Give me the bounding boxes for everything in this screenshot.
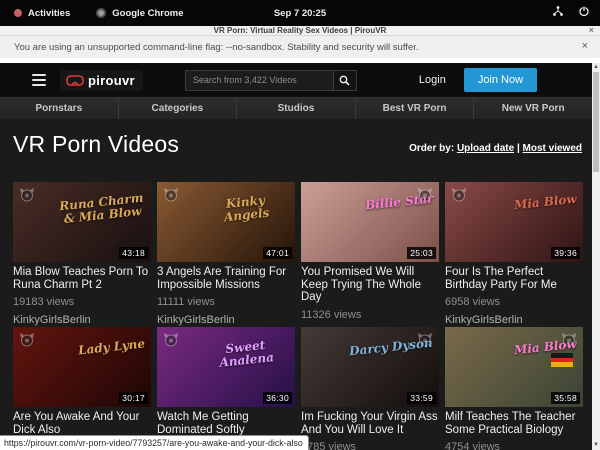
duration-badge: 30:17 xyxy=(119,392,148,404)
system-top-bar: Activities Google Chrome Sep 7 20:25 xyxy=(0,0,600,26)
menu-hamburger-icon[interactable] xyxy=(32,74,46,86)
scrollbar-down-icon[interactable]: ▼ xyxy=(592,441,600,450)
video-title-link[interactable]: Watch Me Getting Dominated Softly xyxy=(157,411,295,436)
search-input[interactable] xyxy=(185,70,333,91)
site-header: pirouvr Login Join Now xyxy=(0,63,592,97)
thumbnail-overlay-text: Runa Charm & Mia Blow xyxy=(58,192,146,226)
clock[interactable]: Sep 7 20:25 xyxy=(0,8,600,19)
video-views: 9785 views xyxy=(301,441,439,450)
studio-watermark-cat-icon xyxy=(19,332,35,347)
search-icon xyxy=(339,75,350,86)
scrollbar-thumb[interactable] xyxy=(593,72,599,172)
infobar-close-icon[interactable]: × xyxy=(582,40,588,52)
power-icon[interactable] xyxy=(578,5,590,17)
video-thumbnail[interactable]: Kinky Angels 47:01 xyxy=(157,182,295,262)
thumbnail-overlay-text: Mia Blow xyxy=(514,193,578,212)
video-title-link[interactable]: You Promised We Will Keep Trying The Who… xyxy=(301,266,439,304)
video-thumbnail[interactable]: Darcy Dyson 33:59 xyxy=(301,327,439,407)
site-logo[interactable]: pirouvr xyxy=(60,70,143,91)
video-studio-link[interactable]: KinkyGirlsBerlin xyxy=(445,314,583,326)
video-title-link[interactable]: Are You Awake And Your Dick Also xyxy=(13,411,151,436)
video-thumbnail[interactable]: Mia Blow 35:58 xyxy=(445,327,583,407)
join-now-button[interactable]: Join Now xyxy=(464,68,537,92)
window-close-icon[interactable]: × xyxy=(589,25,594,35)
video-title-link[interactable]: Milf Teaches The Teacher Some Practical … xyxy=(445,411,583,436)
video-views: 11111 views xyxy=(157,296,295,308)
login-link[interactable]: Login xyxy=(419,74,446,86)
nav-item-best-vr-porn[interactable]: Best VR Porn xyxy=(356,98,475,119)
nav-item-studios[interactable]: Studios xyxy=(237,98,356,119)
network-icon[interactable] xyxy=(552,5,564,17)
order-most-viewed-link[interactable]: Most viewed xyxy=(523,143,582,154)
chrome-infobar: You are using an unsupported command-lin… xyxy=(0,36,600,58)
video-studio-link[interactable]: KinkyGirlsBerlin xyxy=(13,314,151,326)
main-nav: PornstarsCategoriesStudiosBest VR PornNe… xyxy=(0,97,592,119)
video-thumbnail[interactable]: Billie Star 25:03 xyxy=(301,182,439,262)
studio-watermark-cat-icon xyxy=(19,187,35,202)
screen: Activities Google Chrome Sep 7 20:25 VR … xyxy=(0,0,600,450)
video-views: 19183 views xyxy=(13,296,151,308)
video-card[interactable]: Billie Star 25:03 You Promised We Will K… xyxy=(301,182,439,327)
scrollbar-up-icon[interactable]: ▲ xyxy=(592,63,600,72)
duration-badge: 39:36 xyxy=(551,247,580,259)
order-upload-date-link[interactable]: Upload date xyxy=(457,143,514,154)
window-title: VR Porn: Virtual Reality Sex Videos | Pi… xyxy=(214,26,387,35)
status-url-bar: https://pirouvr.com/vr-porn-video/779325… xyxy=(0,435,309,450)
video-thumbnail[interactable]: Runa Charm & Mia Blow 43:18 xyxy=(13,182,151,262)
duration-badge: 43:18 xyxy=(119,247,148,259)
window-title-bar: VR Porn: Virtual Reality Sex Videos | Pi… xyxy=(0,26,600,36)
video-studio-link[interactable]: KinkyGirlsBerlin xyxy=(157,314,295,326)
video-grid: Runa Charm & Mia Blow 43:18 Mia Blow Tea… xyxy=(13,182,583,450)
search-button[interactable] xyxy=(333,70,357,91)
german-flag-icon xyxy=(551,353,573,367)
thumbnail-overlay-text: Lady Lyne xyxy=(77,338,145,358)
duration-badge: 47:01 xyxy=(263,247,292,259)
video-views: 4754 views xyxy=(445,441,583,450)
video-card[interactable]: Sweet Analena 36:30 Watch Me Getting Dom… xyxy=(157,327,295,450)
order-by-label: Order by: xyxy=(409,143,454,154)
video-card[interactable]: Runa Charm & Mia Blow 43:18 Mia Blow Tea… xyxy=(13,182,151,327)
vr-headset-icon xyxy=(66,75,84,86)
nav-item-categories[interactable]: Categories xyxy=(119,98,238,119)
duration-badge: 36:30 xyxy=(263,392,292,404)
thumbnail-overlay-text: Sweet Analena xyxy=(202,337,290,371)
video-title-link[interactable]: Mia Blow Teaches Porn To Runa Charm Pt 2 xyxy=(13,266,151,291)
page-title: VR Porn Videos xyxy=(13,131,179,158)
video-title-link[interactable]: Im Fucking Your Virgin Ass And You Will … xyxy=(301,411,439,436)
thumbnail-overlay-text: Darcy Dyson xyxy=(349,337,434,358)
nav-item-new-vr-porn[interactable]: New VR Porn xyxy=(474,98,592,119)
site-logo-text: pirouvr xyxy=(88,73,135,88)
duration-badge: 35:58 xyxy=(551,392,580,404)
status-url: https://pirouvr.com/vr-porn-video/779325… xyxy=(4,438,303,448)
video-title-link[interactable]: Four Is The Perfect Birthday Party For M… xyxy=(445,266,583,291)
order-by: Order by: Upload date | Most viewed xyxy=(409,143,582,158)
video-thumbnail[interactable]: Sweet Analena 36:30 xyxy=(157,327,295,407)
video-thumbnail[interactable]: Mia Blow 39:36 xyxy=(445,182,583,262)
video-card[interactable]: Kinky Angels 47:01 3 Angels Are Training… xyxy=(157,182,295,327)
studio-watermark-cat-icon xyxy=(163,187,179,202)
video-card[interactable]: Darcy Dyson 33:59 Im Fucking Your Virgin… xyxy=(301,327,439,450)
video-title-link[interactable]: 3 Angels Are Training For Impossible Mis… xyxy=(157,266,295,291)
browser-scrollbar[interactable]: ▲ ▼ xyxy=(592,63,600,450)
video-views: 11326 views xyxy=(301,309,439,321)
video-card[interactable]: Lady Lyne 30:17 Are You Awake And Your D… xyxy=(13,327,151,450)
duration-badge: 33:59 xyxy=(407,392,436,404)
video-card[interactable]: Mia Blow 35:58 Milf Teaches The Teacher … xyxy=(445,327,583,450)
duration-badge: 25:03 xyxy=(407,247,436,259)
video-thumbnail[interactable]: Lady Lyne 30:17 xyxy=(13,327,151,407)
video-card[interactable]: Mia Blow 39:36 Four Is The Perfect Birth… xyxy=(445,182,583,327)
studio-watermark-cat-icon xyxy=(163,332,179,347)
studio-watermark-cat-icon xyxy=(451,187,467,202)
nav-item-pornstars[interactable]: Pornstars xyxy=(0,98,119,119)
infobar-message: You are using an unsupported command-lin… xyxy=(14,42,419,53)
video-views: 6958 views xyxy=(445,296,583,308)
main-content: VR Porn Videos Order by: Upload date | M… xyxy=(0,119,592,450)
thumbnail-overlay-text: Billie Star xyxy=(364,192,433,212)
thumbnail-overlay-text: Kinky Angels xyxy=(202,192,290,226)
